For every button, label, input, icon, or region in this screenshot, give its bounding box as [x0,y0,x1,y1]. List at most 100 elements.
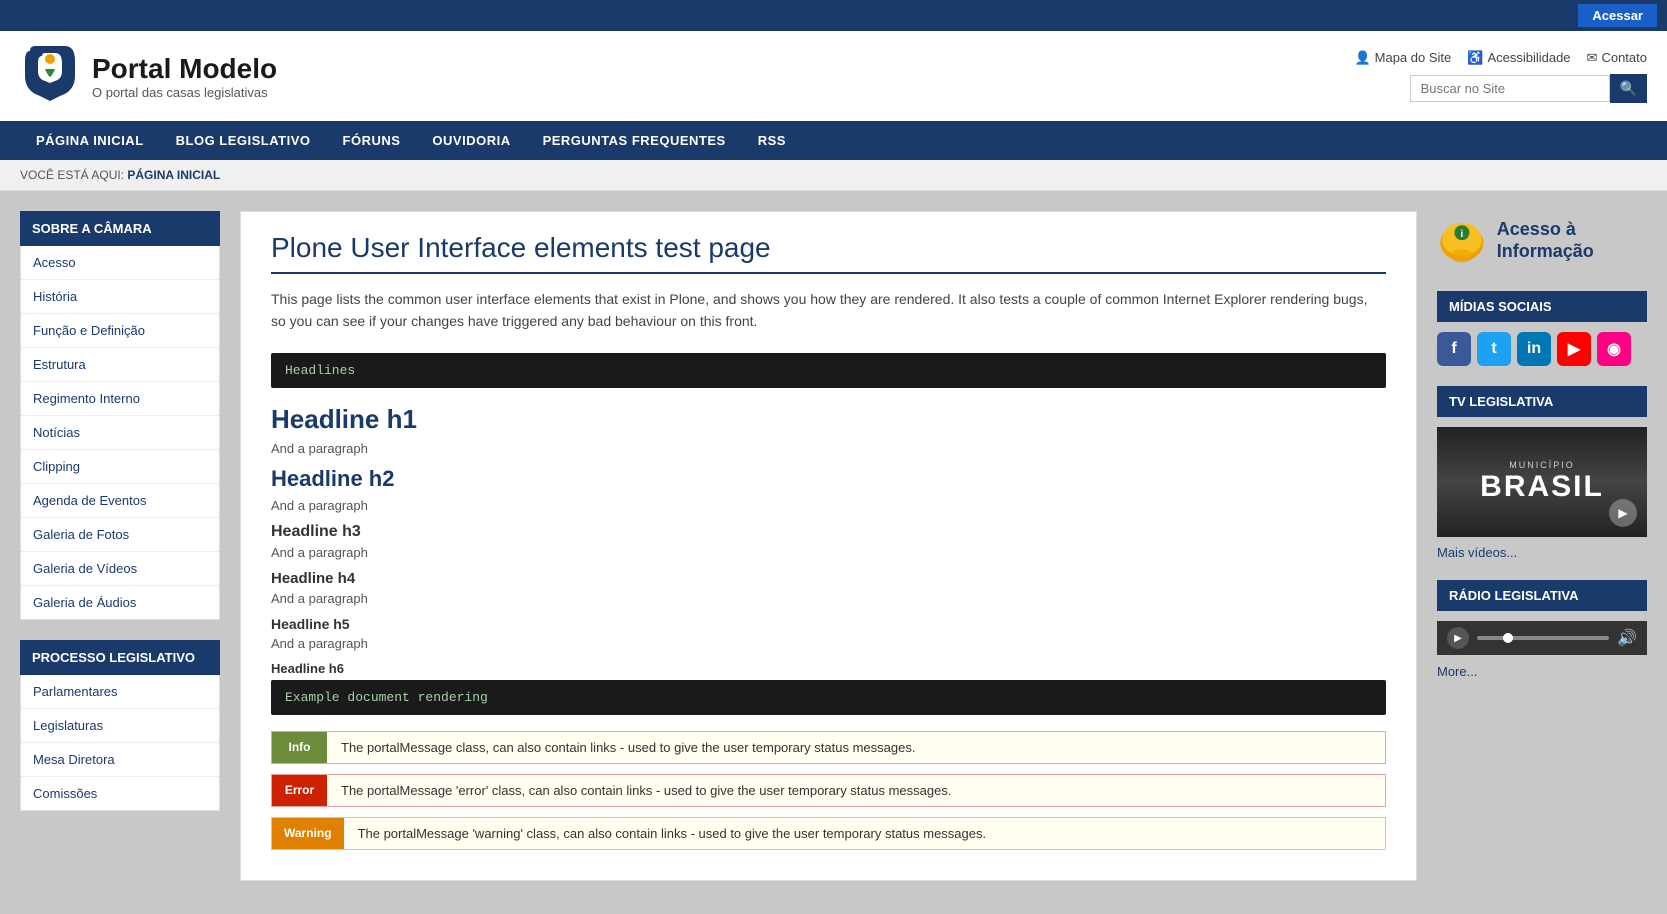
mapa-link[interactable]: 👤 Mapa do Site [1354,50,1451,66]
svg-text:i: i [1461,229,1464,240]
nav-ouvidoria[interactable]: OUVIDORIA [416,121,526,160]
h1-paragraph: And a paragraph [271,441,1386,456]
radio-progress-bar[interactable] [1477,636,1609,640]
sidebar-title-sobre: SOBRE A CÂMARA [20,211,220,246]
code-block-example: Example document rendering [271,680,1386,715]
sidebar-item-galeria-audios[interactable]: Galeria de Áudios [21,586,219,619]
nav-blog[interactable]: BLOG LEGISLATIVO [160,121,327,160]
logo-area: Portal Modelo O portal das casas legisla… [20,41,277,111]
radio-play-btn[interactable]: ▶ [1447,627,1469,649]
msg-info-text: The portalMessage class, can also contai… [327,732,1385,763]
h3-paragraph: And a paragraph [271,545,1386,560]
sidebar-item-agenda[interactable]: Agenda de Eventos [21,484,219,518]
nav-pagina-inicial[interactable]: PÁGINA INICIAL [20,121,160,160]
headline-h4: Headline h4 [271,570,1386,587]
header: Portal Modelo O portal das casas legisla… [0,31,1667,121]
search-button[interactable]: 🔍 [1610,74,1647,103]
radio-volume-icon[interactable]: 🔊 [1617,628,1637,648]
search-bar: 🔍 [1410,74,1647,103]
intro-text: This page lists the common user interfac… [271,288,1386,333]
sidebar-item-regimento[interactable]: Regimento Interno [21,382,219,416]
headline-h2: Headline h2 [271,466,1386,492]
acesso-icon: i [1437,211,1487,271]
page-title: Plone User Interface elements test page [271,232,1386,274]
sidebar-menu-sobre: Acesso História Função e Definição Estru… [20,246,220,620]
twitter-icon[interactable]: t [1477,332,1511,366]
tv-title: TV LEGISLATIVA [1437,386,1647,417]
main-content: Plone User Interface elements test page … [240,211,1417,881]
radio-section: RÁDIO LEGISLATIVA ▶ 🔊 More... [1437,580,1647,679]
sidebar-menu-processo: Parlamentares Legislaturas Mesa Diretora… [20,675,220,811]
nav-foruns[interactable]: FÓRUNS [327,121,417,160]
header-right: 👤 Mapa do Site ♿ Acessibilidade ✉ Contat… [1354,50,1647,103]
contato-link[interactable]: ✉ Contato [1587,50,1647,66]
headline-h6: Headline h6 [271,661,1386,676]
headline-h1: Headline h1 [271,404,1386,435]
radio-progress-dot [1503,633,1513,643]
sidebar-title-processo: PROCESSO LEGISLATIVO [20,640,220,675]
sidebar-item-noticias[interactable]: Notícias [21,416,219,450]
sidebar-item-parlamentares[interactable]: Parlamentares [21,675,219,709]
social-icons: f t in ▶ ◉ [1437,332,1647,366]
h4-paragraph: And a paragraph [271,591,1386,606]
accessibility-icon: ♿ [1467,50,1483,66]
right-panel: i Acesso à Informação MÍDIAS SOCIAIS f t… [1437,211,1647,881]
acesso-info[interactable]: i Acesso à Informação [1437,211,1647,271]
sidebar-item-funcao[interactable]: Função e Definição [21,314,219,348]
headline-h3: Headline h3 [271,523,1386,541]
tv-section: TV LEGISLATIVA MUNICÍPIO BRASIL ▶ Mais v… [1437,386,1647,560]
municipio-label: MUNICÍPIO [1480,460,1604,470]
video-play-btn[interactable]: ▶ [1609,499,1637,527]
breadcrumb-prefix: VOCÊ ESTÁ AQUI: [20,168,124,182]
msg-error-text: The portalMessage 'error' class, can als… [327,775,1385,806]
site-title: Portal Modelo [92,53,277,85]
breadcrumb: VOCÊ ESTÁ AQUI: PÁGINA INICIAL [0,160,1667,191]
radio-player: ▶ 🔊 [1437,621,1647,655]
radio-more-link[interactable]: More... [1437,664,1477,679]
sidebar-item-legislaturas[interactable]: Legislaturas [21,709,219,743]
logo-text: Portal Modelo O portal das casas legisla… [92,53,277,100]
sidebar-item-mesa[interactable]: Mesa Diretora [21,743,219,777]
sidebar-item-galeria-videos[interactable]: Galeria de Vídeos [21,552,219,586]
sidebar: SOBRE A CÂMARA Acesso História Função e … [20,211,220,881]
search-input[interactable] [1410,75,1610,102]
code-block-headlines: Headlines [271,353,1386,388]
main-layout: SOBRE A CÂMARA Acesso História Função e … [0,191,1667,901]
site-subtitle: O portal das casas legislativas [92,85,277,100]
sidebar-item-clipping[interactable]: Clipping [21,450,219,484]
facebook-icon[interactable]: f [1437,332,1471,366]
msg-warning-text: The portalMessage 'warning' class, can a… [344,818,1385,849]
sidebar-item-galeria-fotos[interactable]: Galeria de Fotos [21,518,219,552]
sidebar-item-comissoes[interactable]: Comissões [21,777,219,810]
breadcrumb-current[interactable]: PÁGINA INICIAL [127,168,220,182]
acesso-text: Acesso à Informação [1497,219,1647,262]
person-icon: 👤 [1354,50,1370,66]
youtube-icon[interactable]: ▶ [1557,332,1591,366]
mail-icon: ✉ [1587,50,1598,66]
nav-perguntas[interactable]: PERGUNTAS FREQUENTES [527,121,742,160]
linkedin-icon[interactable]: in [1517,332,1551,366]
msg-error-box: Error The portalMessage 'error' class, c… [271,774,1386,807]
header-links: 👤 Mapa do Site ♿ Acessibilidade ✉ Contat… [1354,50,1647,66]
sidebar-item-historia[interactable]: História [21,280,219,314]
top-bar: Acessar [0,0,1667,31]
sidebar-item-estrutura[interactable]: Estrutura [21,348,219,382]
video-thumb[interactable]: MUNICÍPIO BRASIL ▶ [1437,427,1647,537]
sidebar-item-acesso[interactable]: Acesso [21,246,219,280]
nav-rss[interactable]: RSS [742,121,802,160]
portal-logo [20,41,80,111]
radio-title: RÁDIO LEGISLATIVA [1437,580,1647,611]
main-nav: PÁGINA INICIAL BLOG LEGISLATIVO FÓRUNS O… [0,121,1667,160]
msg-warning-label: Warning [272,818,344,849]
video-text: MUNICÍPIO BRASIL [1480,460,1604,504]
brasil-label: BRASIL [1480,470,1604,504]
headline-h5: Headline h5 [271,616,1386,632]
acessibilidade-link[interactable]: ♿ Acessibilidade [1467,50,1570,66]
msg-error-label: Error [272,775,327,806]
msg-warning-box: Warning The portalMessage 'warning' clas… [271,817,1386,850]
login-button[interactable]: Acessar [1578,4,1657,27]
h2-paragraph: And a paragraph [271,498,1386,513]
flickr-icon[interactable]: ◉ [1597,332,1631,366]
mais-videos-link[interactable]: Mais vídeos... [1437,545,1647,560]
msg-info-label: Info [272,732,327,763]
